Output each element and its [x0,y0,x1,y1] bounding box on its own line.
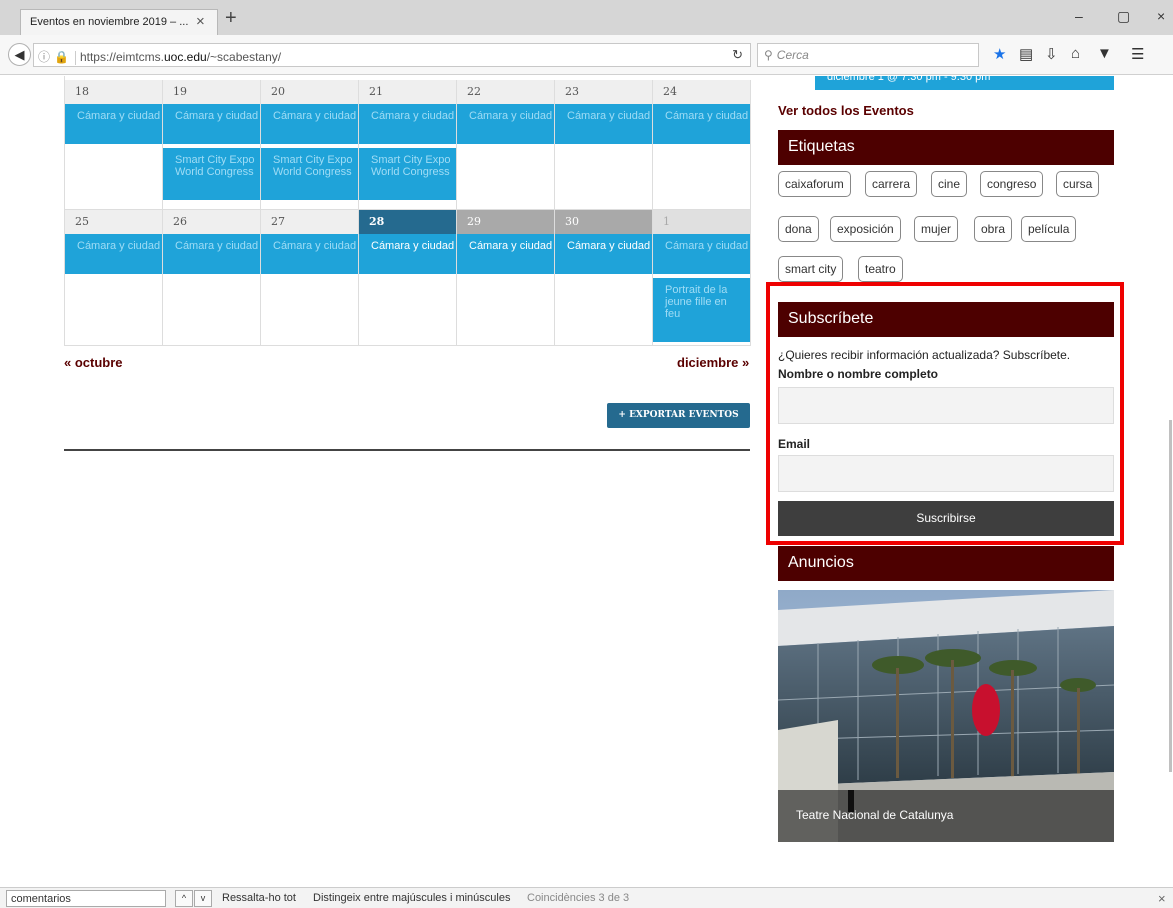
tag-chip[interactable]: teatro [858,256,903,282]
find-next-button[interactable]: v [194,890,212,907]
url-path: /~scabestany/ [206,50,282,64]
tag-chip[interactable]: congreso [980,171,1044,197]
find-input[interactable]: comentarios [6,890,166,907]
info-icon[interactable]: ⓘ [38,50,50,64]
next-month-link[interactable]: diciembre » [677,355,749,370]
name-field[interactable] [778,387,1114,424]
tag-chip[interactable]: carrera [865,171,918,197]
tag-chip[interactable]: exposición [830,216,901,242]
email-field-label: Email [778,437,811,451]
new-tab-button[interactable]: + [225,7,237,30]
day-cell [261,234,359,346]
day-cell [457,104,555,210]
pocket-icon[interactable]: ▼ [1097,45,1112,62]
url-separator [74,50,76,65]
day-number[interactable]: 22 [457,80,555,104]
day-number[interactable]: 23 [555,80,653,104]
navigation-bar: ◀ ⓘ 🔒 https://eimtcms.uoc.edu/~scabestany/… [0,35,1173,75]
day-cell [163,234,261,346]
tags-widget-title: Etiquetas [778,130,1114,165]
day-cell [653,234,751,346]
export-events-button[interactable]: + EXPORTAR EVENTOS [607,403,750,428]
day-cell [555,104,653,210]
tag-chip[interactable]: cursa [1056,171,1100,197]
day-number-today[interactable]: 28 [359,210,457,234]
highlight-all-option[interactable]: Ressalta-ho tot [222,892,296,904]
day-number-next-month[interactable]: 1 [653,210,751,234]
email-field[interactable] [778,455,1114,492]
back-arrow-icon[interactable]: ◀ [8,43,31,66]
ad-caption: Teatre Nacional de Catalunya [778,790,1114,842]
calendar-grid: 18 19 20 21 22 23 24 Cámara y ciudad Cám… [64,76,751,346]
menu-icon[interactable]: ☰ [1131,45,1144,63]
previous-month-link[interactable]: « octubre [64,355,123,370]
day-cell [653,104,751,210]
lock-icon[interactable]: 🔒 [54,50,69,64]
match-case-option[interactable]: Distingeix entre majúscules i minúscules [313,892,510,904]
tab-title: Eventos en noviembre 2019 – ... [30,16,189,28]
day-number[interactable]: 19 [163,80,261,104]
reload-icon[interactable]: ↻ [732,47,743,63]
day-number[interactable]: 18 [65,80,163,104]
subscribe-widget-title: Subscríbete [778,302,1114,337]
url-domain: uoc.edu [164,50,207,64]
tag-chip[interactable]: mujer [914,216,959,242]
day-number[interactable]: 30 [555,210,653,234]
day-cell [65,104,163,210]
tab-close-icon[interactable]: × [196,13,205,30]
search-input[interactable]: ⚲ Cerca [757,43,979,67]
day-cell [555,234,653,346]
ads-widget-title: Anuncios [778,546,1114,581]
maximize-icon[interactable]: ▢ [1117,8,1130,25]
search-placeholder: Cerca [776,48,809,62]
find-close-icon[interactable]: × [1158,891,1166,906]
upcoming-event-strip[interactable]: diciembre 1 @ 7:30 pm - 9:30 pm [815,76,1114,90]
day-cell [261,104,359,210]
match-count: Coincidències 3 de 3 [527,892,630,904]
tag-chip[interactable]: dona [778,216,819,242]
tag-chip[interactable]: película [1021,216,1077,242]
day-cell [163,104,261,210]
tag-chip[interactable]: caixaforum [778,171,851,197]
see-all-events-link[interactable]: Ver todos los Eventos [778,103,914,118]
window-close-icon[interactable]: × [1157,8,1165,24]
browser-tab-bar: Eventos en noviembre 2019 – ... × + – ▢ … [0,0,1173,35]
tag-chip[interactable]: cine [931,171,968,197]
tag-chip[interactable]: obra [974,216,1013,242]
subscribe-description: ¿Quieres recibir información actualizada… [778,348,1071,362]
subscribe-button[interactable]: Suscribirse [778,501,1114,536]
week-header: 18 19 20 21 22 23 24 [65,80,751,104]
search-icon: ⚲ [764,48,773,62]
day-number[interactable]: 27 [261,210,359,234]
day-cell [359,104,457,210]
day-cell [457,234,555,346]
ad-image[interactable]: Teatre Nacional de Catalunya [778,590,1114,842]
scrollbar-thumb[interactable] [1169,420,1172,772]
url-prefix: https://eimtcms. [79,50,164,64]
bookmark-star-icon[interactable]: ★ [993,45,1006,63]
download-icon[interactable]: ⇩ [1045,45,1058,63]
browser-tab[interactable]: Eventos en noviembre 2019 – ... × [20,9,218,35]
day-cell [359,234,457,346]
week-header: 25 26 27 28 29 30 1 [65,210,751,234]
find-bar: comentarios ^ v Ressalta-ho tot Distinge… [0,887,1173,908]
tag-chip[interactable]: smart city [778,256,844,282]
day-number[interactable]: 24 [653,80,751,104]
day-number[interactable]: 25 [65,210,163,234]
minimize-icon[interactable]: – [1075,8,1083,24]
content-divider [64,449,750,451]
name-field-label: Nombre o nombre completo [778,367,939,381]
home-icon[interactable]: ⌂ [1071,45,1080,62]
day-cell [65,234,163,346]
day-number[interactable]: 20 [261,80,359,104]
day-number[interactable]: 21 [359,80,457,104]
day-number[interactable]: 29 [457,210,555,234]
reading-list-icon[interactable]: ▤ [1019,45,1033,63]
find-previous-button[interactable]: ^ [175,890,193,907]
url-bar[interactable]: ⓘ 🔒 https://eimtcms.uoc.edu/~scabestany/ ↻ [33,43,751,67]
day-number[interactable]: 26 [163,210,261,234]
